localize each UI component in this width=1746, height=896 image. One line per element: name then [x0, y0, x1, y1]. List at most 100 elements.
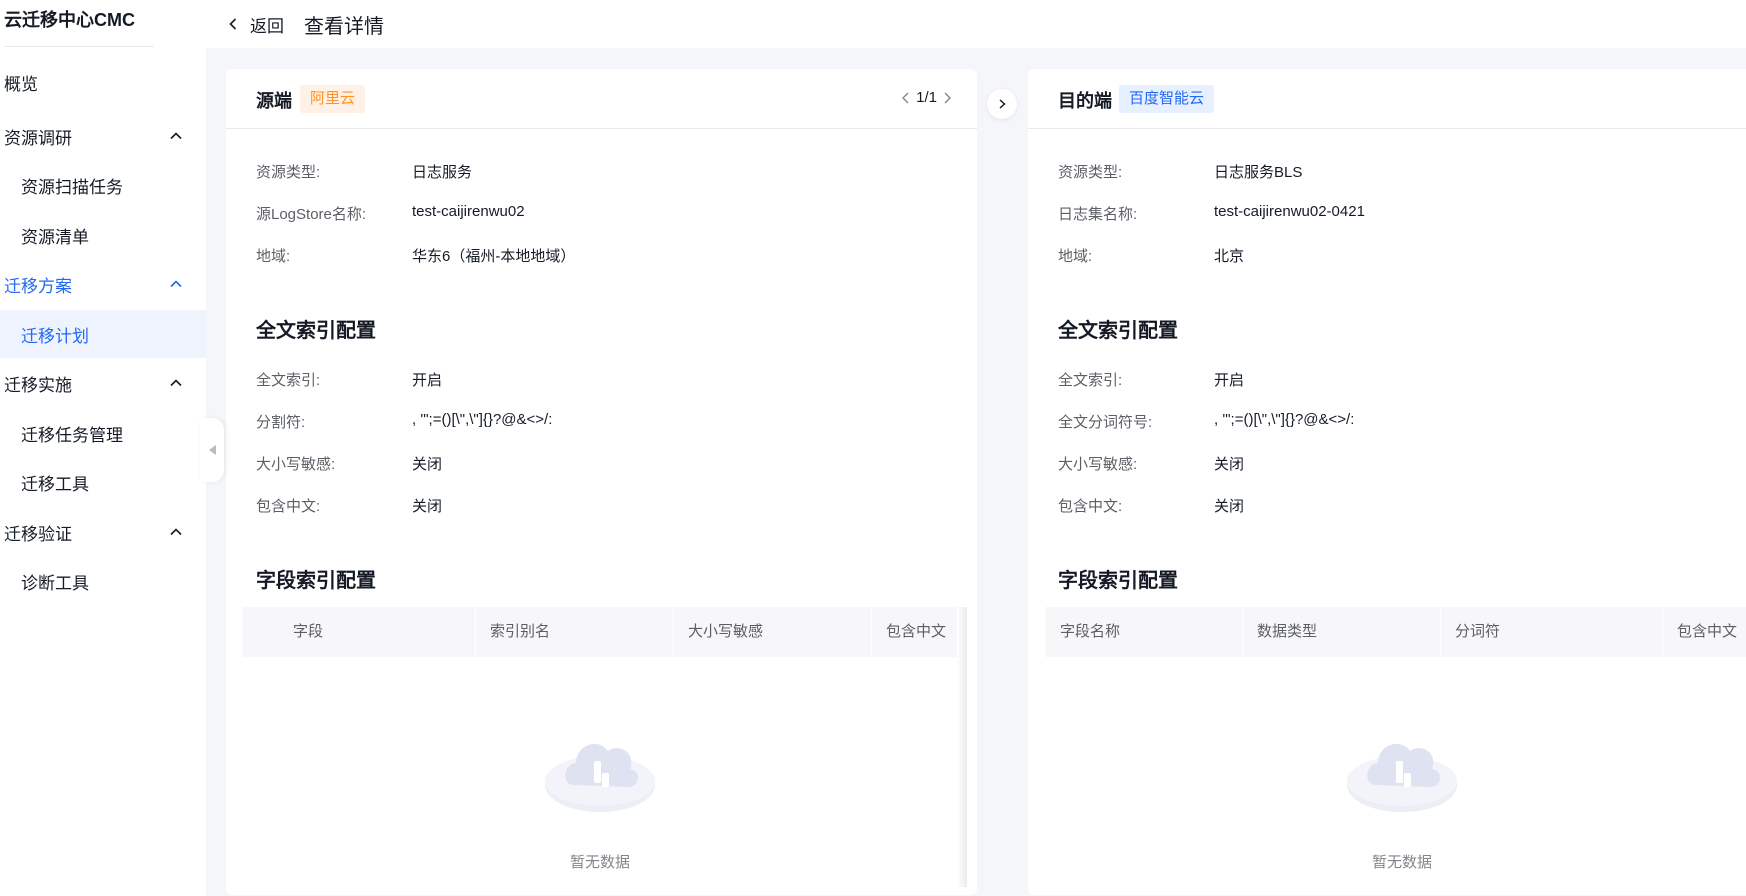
field-label: 包含中文: — [256, 498, 321, 515]
section-title-fulltext: 全文索引配置 — [256, 320, 376, 342]
sidebar-item-resource-list[interactable]: 资源清单 — [0, 211, 206, 259]
empty-cloud-icon — [1347, 743, 1457, 812]
field-value: 开启 — [412, 372, 443, 389]
kv-delimiter: 分割符: , '";=()[\",\"]{}?@&<>/: — [256, 411, 552, 432]
sidebar-group-migration-verification[interactable]: 迁移验证 — [0, 508, 206, 556]
sidebar-item-migration-tools[interactable]: 迁移工具 — [0, 458, 206, 506]
header: 返回 查看详情 — [206, 0, 1746, 48]
source-panel: 源端 阿里云 1/1 资源类型: 日志服务 源LogStore名称: test-… — [226, 69, 977, 895]
cloud-provider-tag: 百度智能云 — [1119, 85, 1215, 113]
field-label: 资源类型: — [256, 164, 321, 181]
panel-title: 源端 — [256, 91, 292, 111]
field-label: 包含中文: — [1058, 498, 1123, 515]
sidebar-collapse-button[interactable] — [200, 418, 224, 482]
column-header: 数据类型 — [1242, 607, 1440, 657]
field-label: 源LogStore名称: — [256, 206, 367, 223]
kv-region: 地域: 北京 — [1058, 245, 1244, 266]
section-title-fulltext: 全文索引配置 — [1058, 320, 1178, 342]
field-value: 日志服务 — [412, 164, 473, 181]
divider — [4, 46, 154, 47]
field-label: 地域: — [1058, 248, 1093, 265]
column-header: 字段名称 — [1060, 623, 1121, 640]
field-value: 华东6（福州-本地地域） — [412, 248, 576, 265]
column-header: 索引别名 — [475, 607, 673, 657]
field-label: 大小写敏感: — [256, 456, 336, 473]
field-label: 全文索引: — [256, 372, 321, 389]
sidebar-item-diagnostic-tools[interactable]: 诊断工具 — [0, 557, 206, 605]
section-title-field-index: 字段索引配置 — [1058, 570, 1178, 592]
pager-text: 1/1 — [916, 89, 937, 106]
empty-text: 暂无数据 — [1371, 854, 1432, 871]
kv-resource-type: 资源类型: 日志服务 — [256, 161, 472, 182]
table-header: 字段 索引别名 大小写敏感 包含中文 — [243, 607, 957, 657]
kv-logstore-name: 源LogStore名称: test-caijirenwu02 — [256, 203, 525, 224]
field-value: , '";=()[\",\"]{}?@&<>/: — [1214, 411, 1355, 428]
sidebar-item-label: 迁移方案 — [4, 276, 72, 296]
caret-left-icon — [208, 445, 216, 455]
kv-fulltext-index: 全文索引: 开启 — [1058, 369, 1244, 390]
panel-header: 目的端 百度智能云 — [1028, 69, 1746, 129]
target-panel: 目的端 百度智能云 资源类型: 日志服务BLS 日志集名称: test-caij… — [1028, 69, 1746, 895]
pager: 1/1 — [900, 89, 953, 106]
panel-header: 源端 阿里云 1/1 — [226, 69, 977, 129]
field-value: 关闭 — [412, 498, 443, 515]
empty-text: 暂无数据 — [569, 854, 630, 871]
sidebar-item-migration-task-management[interactable]: 迁移任务管理 — [0, 409, 206, 457]
sidebar-item-label: 迁移实施 — [4, 375, 72, 395]
column-header: 大小写敏感 — [673, 607, 871, 657]
field-value: test-caijirenwu02-0421 — [1214, 203, 1365, 220]
field-label: 分割符: — [256, 414, 306, 431]
field-label: 大小写敏感: — [1058, 456, 1138, 473]
chevron-left-icon — [229, 18, 237, 30]
kv-include-chinese: 包含中文: 关闭 — [256, 495, 442, 516]
chevron-up-icon — [168, 524, 184, 540]
chevron-left-icon[interactable] — [900, 91, 912, 105]
field-value: 开启 — [1214, 372, 1245, 389]
sidebar-group-migration-plan[interactable]: 迁移方案 — [0, 260, 206, 308]
column-header: 包含中文 — [871, 607, 957, 657]
sidebar: 云迁移中心CMC 概览 资源调研 资源扫描任务 资源清单 迁移方案 迁移计划 迁… — [0, 0, 206, 896]
kv-tokenizer: 全文分词符号: , '";=()[\",\"]{}?@&<>/: — [1058, 411, 1354, 432]
sidebar-group-resource-research[interactable]: 资源调研 — [0, 112, 206, 160]
chevron-up-icon — [168, 276, 184, 292]
field-value: , '";=()[\",\"]{}?@&<>/: — [412, 411, 553, 428]
kv-region: 地域: 华东6（福州-本地地域） — [256, 245, 575, 266]
kv-fulltext-index: 全文索引: 开启 — [256, 369, 442, 390]
kv-case-sensitive: 大小写敏感: 关闭 — [1058, 453, 1244, 474]
panel-title: 目的端 — [1058, 91, 1112, 111]
next-arrow-button[interactable] — [987, 89, 1017, 119]
back-label: 返回 — [250, 16, 284, 36]
section-title-field-index: 字段索引配置 — [256, 570, 376, 592]
kv-include-chinese: 包含中文: 关闭 — [1058, 495, 1244, 516]
sidebar-item-migration-schedule[interactable]: 迁移计划 — [0, 310, 206, 358]
sidebar-item-overview[interactable]: 概览 — [0, 58, 206, 106]
sidebar-item-label: 资源清单 — [21, 227, 89, 247]
sidebar-item-label: 迁移任务管理 — [21, 425, 123, 445]
cloud-provider-tag: 阿里云 — [300, 85, 366, 113]
sidebar-item-label: 资源调研 — [4, 128, 72, 148]
field-label: 地域: — [256, 248, 291, 265]
chevron-up-icon — [168, 375, 184, 391]
sidebar-item-label: 迁移计划 — [21, 326, 89, 346]
sidebar-item-label: 概览 — [4, 74, 38, 94]
field-value: 关闭 — [412, 456, 443, 473]
table-header: 字段名称 数据类型 分词符 包含中文 — [1045, 607, 1746, 657]
kv-resource-type: 资源类型: 日志服务BLS — [1058, 161, 1302, 182]
field-value: 关闭 — [1214, 498, 1245, 515]
field-label: 全文索引: — [1058, 372, 1123, 389]
sidebar-item-scan-tasks[interactable]: 资源扫描任务 — [0, 161, 206, 209]
field-label: 全文分词符号: — [1058, 414, 1153, 431]
empty-cloud-icon — [545, 743, 655, 812]
sidebar-item-label: 诊断工具 — [21, 573, 89, 593]
kv-logset-name: 日志集名称: test-caijirenwu02-0421 — [1058, 203, 1365, 224]
sidebar-group-migration-implementation[interactable]: 迁移实施 — [0, 359, 206, 407]
sidebar-item-label: 迁移工具 — [21, 474, 89, 494]
field-value: 日志服务BLS — [1214, 164, 1303, 181]
field-label: 资源类型: — [1058, 164, 1123, 181]
sidebar-item-label: 迁移验证 — [4, 524, 72, 544]
sidebar-item-label: 资源扫描任务 — [21, 177, 123, 197]
chevron-right-icon[interactable] — [941, 91, 953, 105]
chevron-right-icon — [999, 99, 1006, 109]
field-value: 北京 — [1214, 248, 1245, 265]
back-button[interactable]: 返回 — [226, 12, 284, 37]
